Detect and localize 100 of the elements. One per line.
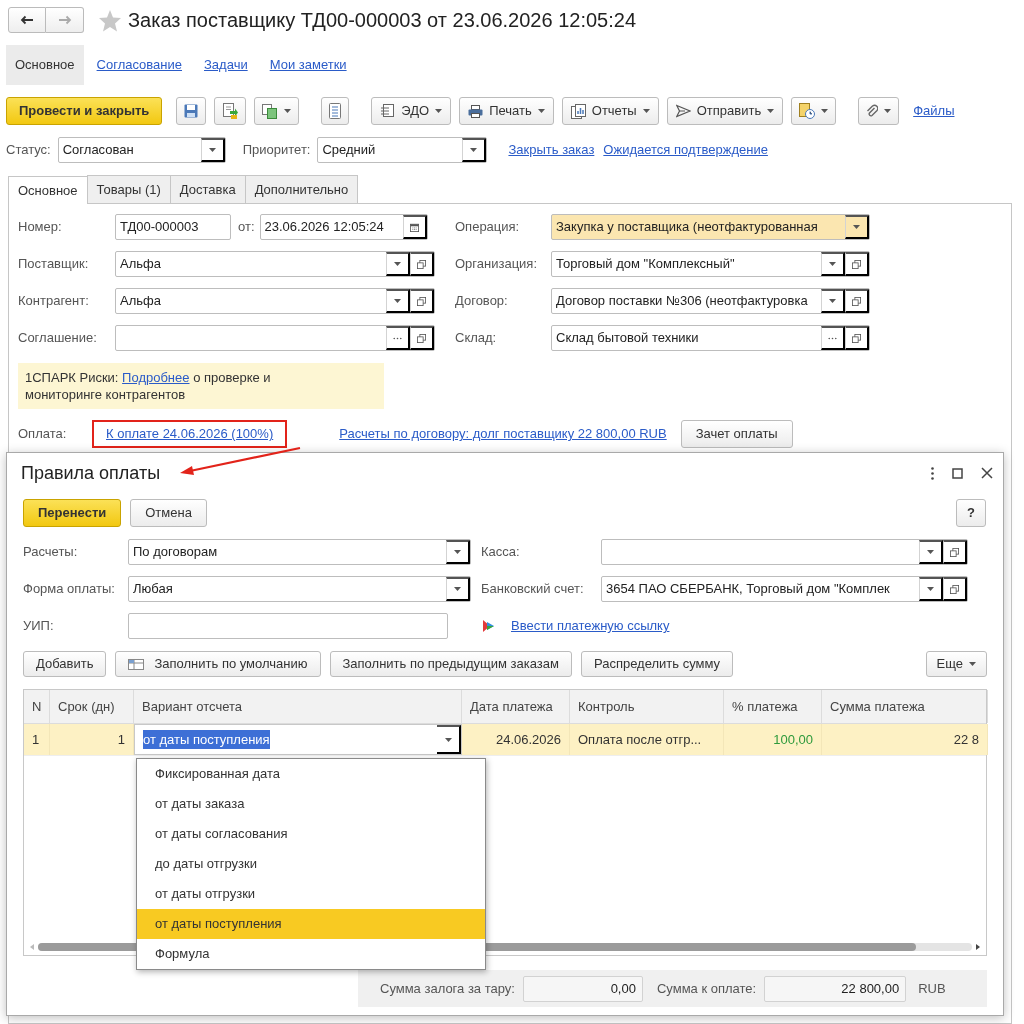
section-link[interactable]: Мои заметки — [260, 45, 356, 85]
toolbar-icon-button[interactable] — [858, 97, 900, 125]
section-link[interactable]: Задачи — [195, 45, 257, 85]
dropdown-button[interactable] — [919, 577, 943, 601]
field-label: Организация: — [455, 255, 539, 274]
payment-link[interactable]: К оплате 24.06.2026 (100%) — [92, 420, 288, 448]
paperclip-icon — [866, 104, 879, 118]
caret-icon — [853, 225, 860, 229]
dropdown-option[interactable]: от даты отгрузки — [137, 879, 485, 909]
tab[interactable]: Товары (1) — [86, 175, 171, 203]
maximize-button[interactable] — [952, 467, 963, 479]
post-and-close-button[interactable]: Провести и закрыть — [6, 97, 163, 125]
field-label: Банковский счет: — [481, 580, 585, 599]
open-button[interactable] — [845, 252, 869, 276]
toolbar-icon-button[interactable] — [214, 97, 247, 125]
open-button[interactable] — [410, 289, 434, 313]
offset-payment-button[interactable]: Зачет оплаты — [680, 420, 793, 448]
section-link[interactable]: Согласование — [87, 45, 191, 85]
open-button[interactable] — [845, 326, 869, 350]
calendar-button[interactable] — [402, 215, 427, 239]
dropdown-option[interactable]: Фиксированная дата — [137, 759, 485, 789]
table-cell: 1 — [24, 724, 50, 755]
toolbar-icon-button[interactable] — [176, 97, 207, 125]
open-button[interactable] — [943, 540, 967, 564]
dropdown-field[interactable]: Согласован — [57, 137, 226, 163]
field-label: Операция: — [455, 218, 521, 237]
tab[interactable]: Основное — [8, 176, 88, 204]
details-link[interactable]: Подробнее — [122, 370, 190, 385]
open-button[interactable] — [943, 577, 967, 601]
dropdown-button[interactable] — [845, 215, 869, 239]
document-clock-icon — [799, 103, 816, 119]
toolbar-menu-button[interactable]: Отчеты — [561, 97, 659, 125]
toolbar-icon-button[interactable] — [321, 97, 350, 125]
fill-button[interactable]: Заполнить по предыдущим заказам — [329, 651, 572, 677]
fill-button[interactable]: Распределить сумму — [580, 651, 734, 677]
field-label: Сумма залога за тару: — [380, 979, 515, 998]
reference-field[interactable]: Закупка у поставщика (неотфактурованная — [551, 214, 870, 240]
fill-button[interactable]: Добавить — [23, 651, 107, 677]
more-button[interactable] — [931, 466, 934, 480]
reference-field[interactable]: Торговый дом "Комплексный" — [551, 251, 870, 277]
help-button[interactable]: ? — [956, 499, 986, 527]
reference-field[interactable]: Альфа — [115, 251, 435, 277]
dropdown-field[interactable]: от даты поступления — [134, 724, 462, 755]
dropdown-field[interactable]: Средний — [317, 137, 488, 163]
reference-field[interactable] — [115, 325, 435, 351]
dropdown-button[interactable] — [821, 252, 845, 276]
dropdown-option[interactable]: от даты заказа — [137, 789, 485, 819]
open-button[interactable] — [845, 289, 869, 313]
select-button[interactable] — [821, 326, 845, 350]
dropdown-button[interactable] — [462, 138, 487, 162]
toolbar-icon-button[interactable] — [791, 97, 837, 125]
select-button[interactable] — [386, 326, 410, 350]
reference-field[interactable]: 3654 ПАО СБЕРБАНК, Торговый дом "Комплек — [601, 576, 968, 602]
dropdown-button[interactable] — [386, 252, 410, 276]
reference-field[interactable]: Склад бытовой техники — [551, 325, 870, 351]
dropdown-field[interactable]: Любая — [128, 576, 471, 602]
reference-field[interactable]: Договор поставки №306 (неотфактуровка — [551, 288, 870, 314]
dropdown-button[interactable] — [200, 138, 225, 162]
dropdown-field[interactable]: По договорам — [128, 539, 471, 565]
cancel-button[interactable]: Отмена — [130, 499, 207, 527]
open-button[interactable] — [410, 252, 434, 276]
toolbar-menu-button[interactable]: Печать — [459, 97, 554, 125]
dropdown-button[interactable] — [446, 540, 470, 564]
star-icon[interactable] — [98, 8, 122, 32]
transfer-button[interactable]: Перенести — [23, 499, 122, 527]
debt-link[interactable]: Расчеты по договору: долг поставщику 22 800,00 RUB — [339, 424, 667, 444]
more-menu-button[interactable]: Еще — [925, 651, 987, 677]
close-button[interactable] — [981, 467, 993, 479]
dropdown-button[interactable] — [386, 289, 410, 313]
toolbar-menu-button[interactable]: Отправить — [666, 97, 784, 125]
status-link[interactable]: Ожидается подтверждение — [603, 140, 768, 160]
fill-button[interactable]: Заполнить по умолчанию — [115, 651, 321, 677]
files-link[interactable]: Файлы — [913, 101, 955, 121]
dropdown-button[interactable] — [446, 577, 470, 601]
input-field[interactable]: ТД00-000003 — [115, 214, 231, 240]
back-button[interactable] — [8, 7, 46, 33]
dropdown-option[interactable]: от даты согласования — [137, 819, 485, 849]
field-label: Статус: — [6, 141, 51, 160]
reference-field[interactable] — [601, 539, 968, 565]
toolbar-icon-button[interactable] — [254, 97, 300, 125]
input-field[interactable] — [128, 613, 448, 639]
open-icon — [417, 295, 426, 307]
dropdown-button[interactable] — [821, 289, 845, 313]
reference-field[interactable]: Альфа — [115, 288, 435, 314]
open-button[interactable] — [410, 326, 434, 350]
list-icon — [329, 103, 342, 119]
field-label: Контрагент: — [18, 292, 90, 311]
status-link[interactable]: Закрыть заказ — [508, 140, 595, 160]
tab[interactable]: Дополнительно — [244, 175, 359, 203]
toolbar-menu-button[interactable]: ЭДО — [371, 97, 452, 125]
caret-icon — [284, 109, 292, 113]
dropdown-option[interactable]: от даты поступления — [137, 909, 485, 939]
dropdown-option[interactable]: до даты отгрузки — [137, 849, 485, 879]
date-field[interactable]: 23.06.2026 12:05:24 — [259, 214, 428, 240]
tab[interactable]: Доставка — [169, 175, 246, 203]
section-link[interactable]: Основное — [6, 45, 84, 85]
dropdown-button[interactable] — [919, 540, 943, 564]
caret-icon — [435, 109, 443, 113]
dropdown-option[interactable]: Формула — [137, 939, 485, 969]
payment-link[interactable]: Ввести платежную ссылку — [511, 616, 670, 636]
